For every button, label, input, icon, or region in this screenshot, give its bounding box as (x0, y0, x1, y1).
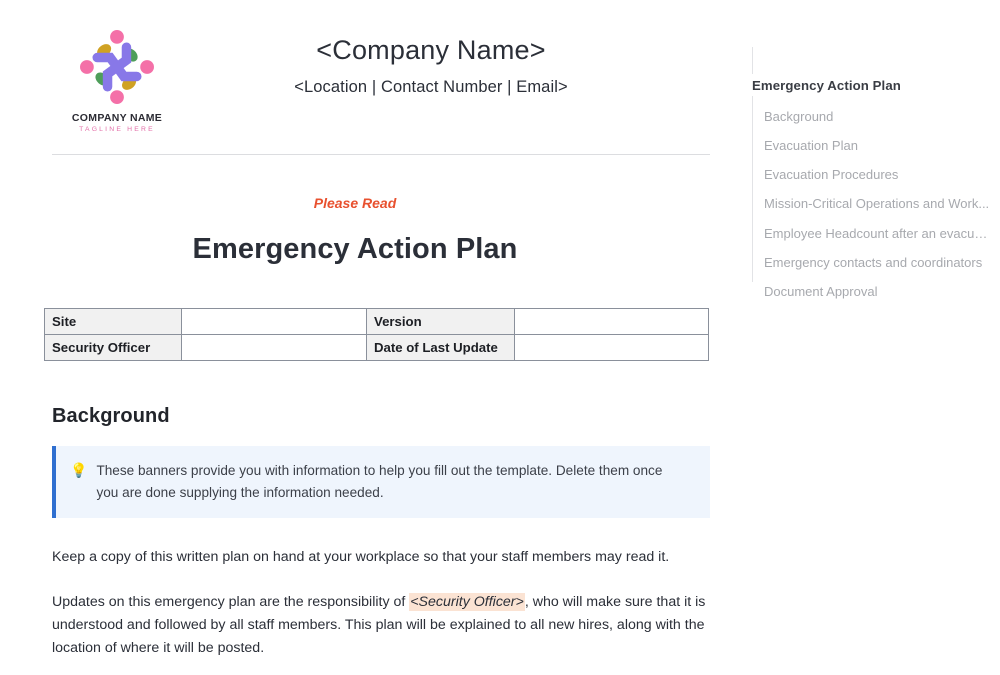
paragraph-updates: Updates on this emergency plan are the r… (52, 591, 710, 660)
info-callout-banner: 💡 These banners provide you with informa… (52, 446, 710, 519)
security-officer-placeholder[interactable]: <Security Officer> (409, 593, 525, 612)
please-read-eyebrow: Please Read (313, 195, 397, 211)
document-outline-sidebar: Emergency Action Plan Background Evacuat… (740, 0, 1000, 675)
paragraph-updates-part1: Updates on this emergency plan are the r… (52, 594, 410, 611)
logo-company-name: COMPANY NAME (71, 112, 163, 124)
logo-tagline: TAGLINE HERE (79, 126, 155, 133)
document-meta-table: Site Version Security Officer Date of La… (44, 308, 709, 361)
header-divider (52, 154, 710, 155)
company-name-placeholder: <Company Name> (316, 35, 546, 65)
meta-label-site: Site (44, 308, 182, 335)
document-page: COMPANY NAME TAGLINE HERE <Company Name>… (0, 0, 1000, 675)
outline-item-document-approval[interactable]: Document Approval (740, 278, 1000, 307)
meta-label-security-officer: Security Officer (44, 334, 182, 361)
table-row: Security Officer Date of Last Update (44, 334, 709, 361)
meta-value-site[interactable] (181, 308, 367, 335)
meta-value-security-officer[interactable] (181, 334, 367, 361)
company-contact-placeholder: <Location | Contact Number | Email> (294, 77, 568, 96)
outline-item-emergency-contacts[interactable]: Emergency contacts and coordinators (740, 248, 1000, 277)
outline-item-evacuation-procedures[interactable]: Evacuation Procedures (740, 161, 1000, 190)
letterhead-text: <Company Name> <Location | Contact Numbe… (182, 18, 710, 97)
outline-item-employee-headcount[interactable]: Employee Headcount after an evacua... (740, 219, 1000, 248)
page-title: Emergency Action Plan (192, 233, 518, 265)
lightbulb-icon: 💡 (70, 462, 88, 478)
paragraph-keep-a-copy: Keep a copy of this written plan on hand… (52, 549, 670, 566)
outline-title[interactable]: Emergency Action Plan (740, 78, 1000, 93)
callout-text: These banners provide you with informati… (96, 463, 663, 501)
meta-value-date-of-last-update[interactable] (514, 334, 709, 361)
letterhead: COMPANY NAME TAGLINE HERE <Company Name>… (0, 0, 740, 133)
logo-pinwheel-icon (74, 24, 160, 110)
meta-label-version: Version (366, 308, 515, 335)
meta-label-date-of-last-update: Date of Last Update (366, 334, 515, 361)
outline-item-evacuation-plan[interactable]: Evacuation Plan (740, 131, 1000, 160)
section-heading-background: Background (52, 405, 170, 427)
company-logo: COMPANY NAME TAGLINE HERE (52, 18, 182, 133)
outline-rail-bottom (752, 96, 753, 282)
table-row: Site Version (44, 308, 709, 335)
outline-item-mission-critical-operations[interactable]: Mission-Critical Operations and Work... (740, 190, 1000, 219)
document-body: COMPANY NAME TAGLINE HERE <Company Name>… (0, 0, 740, 675)
outline-item-background[interactable]: Background (740, 102, 1000, 131)
meta-value-version[interactable] (514, 308, 709, 335)
outline-rail-top (752, 47, 753, 74)
